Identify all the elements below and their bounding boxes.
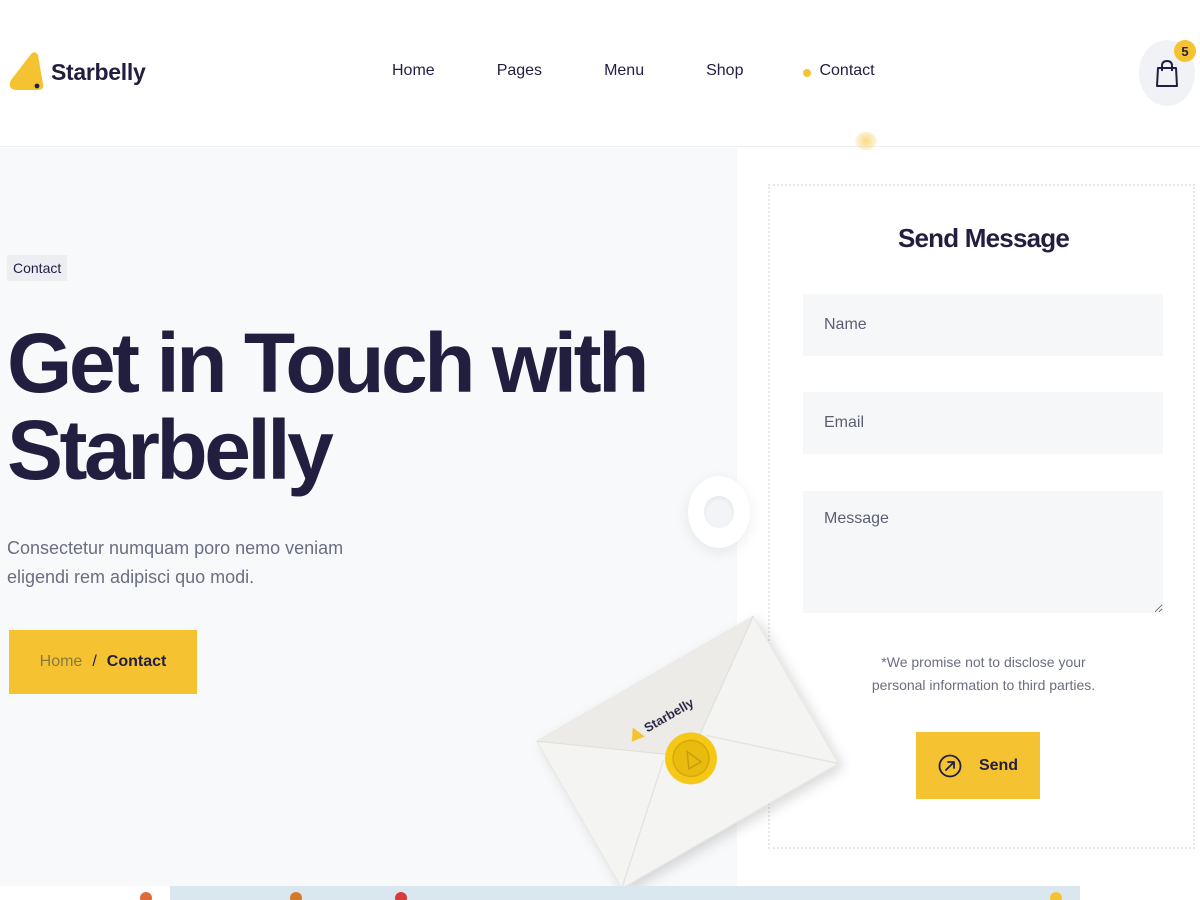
cart-count-badge: 5 (1174, 40, 1196, 62)
nav-item-contact[interactable]: Contact (803, 62, 875, 80)
next-section-preview (0, 886, 1200, 900)
breadcrumb-current: Contact (106, 653, 167, 670)
nav-item-home[interactable]: Home (392, 62, 435, 80)
name-field[interactable] (803, 294, 1163, 356)
privacy-note-line2: personal information to third parties. (871, 677, 1096, 693)
breadcrumb-home-link[interactable]: Home (40, 653, 83, 671)
message-field[interactable] (803, 491, 1163, 613)
decorative-dot (140, 892, 152, 900)
site-header: Starbelly Home Pages Menu Shop Contact 5 (0, 0, 1200, 147)
next-section-background (170, 886, 1080, 900)
envelope-illustration: Starbelly (536, 615, 839, 890)
page-tag: Contact (7, 255, 68, 281)
breadcrumb-separator: / (92, 653, 97, 670)
nav-item-shop[interactable]: Shop (706, 62, 743, 80)
hero-description: Consectetur numquam poro nemo veniam eli… (7, 538, 344, 587)
decorative-dot (1050, 892, 1062, 900)
cart-button[interactable]: 5 (1139, 40, 1196, 106)
page-title: Get in Touch with Starbelly (7, 316, 649, 497)
send-button-label: Send (978, 756, 1019, 774)
main-nav: Home Pages Menu Shop Contact (360, 62, 875, 80)
email-field[interactable] (803, 392, 1163, 454)
breadcrumb: Home / Contact (9, 630, 197, 694)
form-title: Send Message (897, 223, 1070, 253)
nav-item-pages[interactable]: Pages (497, 62, 542, 80)
decorative-ring (688, 476, 750, 548)
logo-icon (9, 52, 44, 90)
decorative-dot (290, 892, 302, 900)
send-button[interactable]: Send (916, 732, 1040, 799)
shopping-bag-icon (1156, 60, 1178, 87)
arrow-up-right-circle-icon (938, 754, 962, 777)
logo-text: Starbelly (51, 58, 146, 85)
decorative-glow (855, 132, 877, 150)
privacy-note-line1: *We promise not to disclose your (881, 654, 1086, 670)
decorative-dot (395, 892, 407, 900)
nav-item-menu[interactable]: Menu (604, 62, 644, 80)
logo[interactable]: Starbelly (7, 50, 146, 94)
